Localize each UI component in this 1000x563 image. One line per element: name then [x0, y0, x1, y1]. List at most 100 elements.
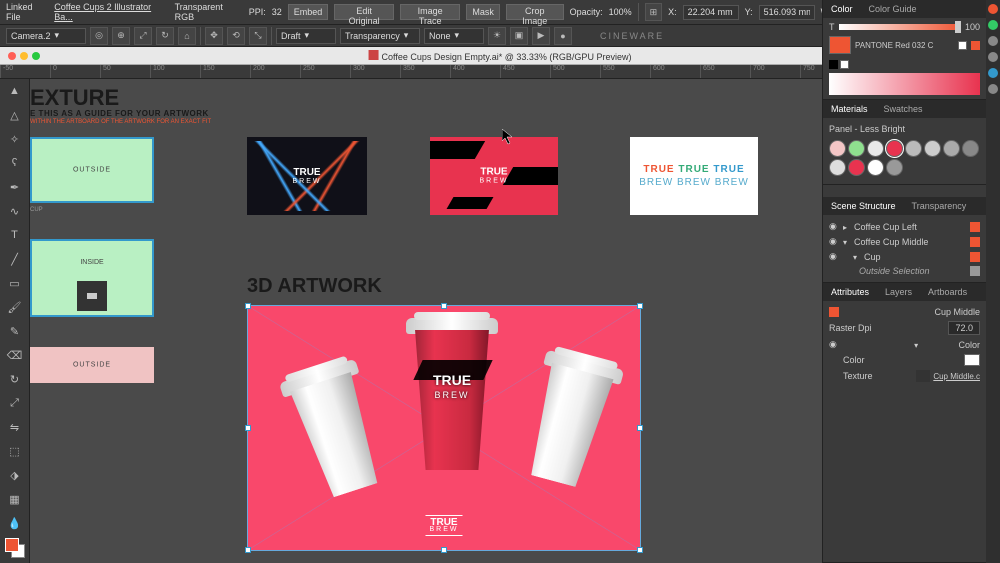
- disclosure-icon[interactable]: [843, 252, 860, 262]
- edit-original-button[interactable]: Edit Original: [334, 4, 394, 20]
- type-tool-icon[interactable]: T: [3, 224, 27, 246]
- cube-icon[interactable]: ▣: [510, 27, 528, 45]
- direct-selection-tool-icon[interactable]: △: [3, 104, 27, 126]
- spot-color-icon[interactable]: [971, 41, 980, 50]
- dock-button-icon[interactable]: [988, 4, 998, 14]
- mask-button[interactable]: Mask: [466, 4, 500, 20]
- resize-handle-tm[interactable]: [441, 303, 447, 309]
- scale-tool-icon[interactable]: ⤢: [3, 392, 27, 414]
- camera-dropdown[interactable]: Camera.2▾: [6, 28, 86, 44]
- material-swatch[interactable]: [829, 159, 846, 176]
- scene-row[interactable]: ◉Coffee Cup Left: [829, 219, 980, 234]
- slider-knob-icon[interactable]: [955, 21, 961, 33]
- rotate-icon[interactable]: ⟲: [227, 27, 245, 45]
- design-preview-3[interactable]: TRUE TRUE TRUE BREW BREW BREW: [630, 137, 758, 215]
- shape-builder-tool-icon[interactable]: ⬗: [3, 464, 27, 486]
- scene-row[interactable]: ◉Cup: [829, 249, 980, 264]
- sphere-icon[interactable]: ●: [554, 27, 572, 45]
- dock-button-icon[interactable]: [988, 52, 998, 62]
- texture-thumb-icon[interactable]: [916, 370, 930, 382]
- crop-image-button[interactable]: Crop Image: [506, 4, 564, 20]
- tint-slider[interactable]: [839, 24, 961, 30]
- design-preview-2[interactable]: TRUEBREW: [430, 137, 558, 215]
- curvature-tool-icon[interactable]: ∿: [3, 200, 27, 222]
- material-swatch[interactable]: [867, 140, 884, 157]
- resize-handle-mr[interactable]: [637, 425, 643, 431]
- color-spectrum[interactable]: [829, 73, 980, 95]
- fill-stroke-swatch[interactable]: [5, 538, 25, 558]
- view-icon-2[interactable]: ⊕: [112, 27, 130, 45]
- render-dropdown[interactable]: Draft▾: [276, 28, 336, 44]
- none-dropdown[interactable]: None▾: [424, 28, 484, 44]
- material-swatch[interactable]: [962, 140, 979, 157]
- dock-button-icon[interactable]: [988, 68, 998, 78]
- tab-artboards[interactable]: Artboards: [920, 285, 975, 299]
- lasso-tool-icon[interactable]: ʕ: [3, 152, 27, 174]
- disclosure-icon[interactable]: [843, 222, 850, 232]
- outside-texture-artboard-2[interactable]: OUTSIDE: [30, 347, 154, 383]
- dock-button-icon[interactable]: [988, 20, 998, 30]
- resize-handle-tr[interactable]: [637, 303, 643, 309]
- material-swatch[interactable]: [886, 159, 903, 176]
- dock-button-icon[interactable]: [988, 84, 998, 94]
- window-minimize-icon[interactable]: [20, 52, 28, 60]
- tab-materials[interactable]: Materials: [823, 102, 876, 116]
- tab-color[interactable]: Color: [823, 2, 861, 16]
- fill-color-icon[interactable]: [5, 538, 19, 552]
- material-swatch[interactable]: [848, 140, 865, 157]
- embed-button[interactable]: Embed: [288, 4, 329, 20]
- resize-handle-ml[interactable]: [245, 425, 251, 431]
- color-value-swatch[interactable]: [964, 354, 980, 366]
- dock-button-icon[interactable]: [988, 36, 998, 46]
- resize-handle-tl[interactable]: [245, 303, 251, 309]
- x-input[interactable]: [683, 5, 739, 20]
- material-swatch[interactable]: [867, 159, 884, 176]
- gradient-tool-icon[interactable]: ▦: [3, 488, 27, 510]
- tab-transparency[interactable]: Transparency: [904, 199, 975, 213]
- material-swatch[interactable]: [829, 140, 846, 157]
- selection-tool-icon[interactable]: ▲: [3, 80, 27, 102]
- material-swatch[interactable]: [943, 140, 960, 157]
- material-swatch[interactable]: [905, 140, 922, 157]
- tab-layers[interactable]: Layers: [877, 285, 920, 299]
- width-tool-icon[interactable]: ⇋: [3, 416, 27, 438]
- scene-row[interactable]: ◉Coffee Cup Middle: [829, 234, 980, 249]
- image-trace-button[interactable]: Image Trace: [400, 4, 461, 20]
- row-color-badge[interactable]: [970, 237, 980, 247]
- scale-icon[interactable]: ⤡: [249, 27, 267, 45]
- disclosure-icon[interactable]: [914, 340, 921, 350]
- window-close-icon[interactable]: [8, 52, 16, 60]
- pen-tool-icon[interactable]: ✒: [3, 176, 27, 198]
- resize-handle-br[interactable]: [637, 547, 643, 553]
- texture-file-link[interactable]: Cup Middle.c: [933, 372, 980, 381]
- visibility-icon[interactable]: ◉: [829, 251, 839, 262]
- visibility-icon[interactable]: ◉: [829, 236, 839, 247]
- cup-middle[interactable]: TRUEBREW: [408, 330, 496, 470]
- row-color-badge[interactable]: [970, 266, 980, 276]
- opacity-value[interactable]: 100%: [609, 7, 632, 17]
- free-transform-tool-icon[interactable]: ⬚: [3, 440, 27, 462]
- tint-value[interactable]: 100: [965, 22, 980, 32]
- tab-scene-structure[interactable]: Scene Structure: [823, 199, 904, 213]
- view-icon-3[interactable]: ⤢: [134, 27, 152, 45]
- eyedropper-tool-icon[interactable]: 💧: [3, 512, 27, 534]
- resize-handle-bm[interactable]: [441, 547, 447, 553]
- registration-icon[interactable]: ⊞: [645, 3, 663, 21]
- row-color-badge[interactable]: [970, 222, 980, 232]
- tab-swatches[interactable]: Swatches: [876, 102, 931, 116]
- rotate-tool-icon[interactable]: ↻: [3, 368, 27, 390]
- window-zoom-icon[interactable]: [32, 52, 40, 60]
- visibility-icon[interactable]: ◉: [829, 339, 837, 350]
- render-icon[interactable]: ▶: [532, 27, 550, 45]
- eraser-tool-icon[interactable]: ⌫: [3, 344, 27, 366]
- linked-file-name[interactable]: Coffee Cups 2 Illustrator Ba...: [54, 2, 168, 22]
- rectangle-tool-icon[interactable]: ▭: [3, 272, 27, 294]
- registration-icon[interactable]: [958, 41, 967, 50]
- line-tool-icon[interactable]: ╱: [3, 248, 27, 270]
- shaper-tool-icon[interactable]: ✎: [3, 320, 27, 342]
- channel-dropdown[interactable]: Transparency▾: [340, 28, 420, 44]
- tab-attributes[interactable]: Attributes: [823, 285, 877, 299]
- row-color-badge[interactable]: [970, 252, 980, 262]
- tab-color-guide[interactable]: Color Guide: [861, 2, 925, 16]
- material-swatch[interactable]: [924, 140, 941, 157]
